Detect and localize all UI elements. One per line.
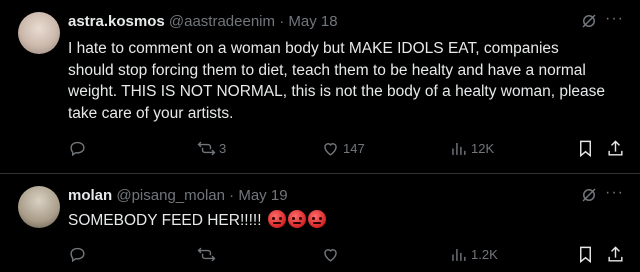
tweet-header: molan @pisang_molan · May 19 <box>68 186 288 206</box>
view-count: 1.2K <box>471 246 498 262</box>
views-button[interactable]: 12K <box>449 138 494 158</box>
tweet-header: astra.kosmos @aastradeenim · May 18 <box>68 12 338 32</box>
tweet-text: I hate to comment on a woman body but MA… <box>68 40 606 122</box>
like-button[interactable] <box>321 244 343 264</box>
avatar[interactable] <box>18 186 60 228</box>
reply-icon <box>70 247 85 262</box>
like-button[interactable]: 147 <box>321 138 365 158</box>
grok-icon[interactable] <box>580 186 598 204</box>
views-icon <box>452 142 466 155</box>
share-icon <box>608 139 623 156</box>
tweet-text-body: SOMEBODY FEED HER!!!!! <box>68 212 262 229</box>
repost-icon <box>197 247 216 261</box>
tweet[interactable]: molan @pisang_molan · May 19 ··· SOMEBOD… <box>0 174 640 272</box>
bookmark-button[interactable] <box>576 138 595 158</box>
views-icon <box>452 248 466 261</box>
tweet-actions: 3 147 12K <box>68 138 626 158</box>
tweet-text: SOMEBODY FEED HER!!!!! <box>68 210 608 232</box>
view-count: 12K <box>471 140 495 156</box>
separator: · <box>229 187 235 204</box>
user-handle[interactable]: @pisang_molan <box>116 187 225 204</box>
tweet-actions: 1.2K <box>68 244 626 264</box>
grok-icon[interactable] <box>580 12 598 30</box>
more-options-icon[interactable]: ··· <box>605 10 624 28</box>
bookmark-icon <box>580 246 591 263</box>
tweet[interactable]: astra.kosmos @aastradeenim · May 18 ··· … <box>0 0 640 174</box>
reply-button[interactable] <box>68 138 90 158</box>
heart-icon <box>324 142 337 156</box>
display-name[interactable]: molan <box>68 187 112 204</box>
avatar[interactable] <box>18 12 60 54</box>
repost-button[interactable]: 3 <box>197 138 226 158</box>
more-options-icon[interactable]: ··· <box>605 184 624 202</box>
reply-icon <box>70 141 85 156</box>
user-handle[interactable]: @aastradeenim <box>169 13 275 30</box>
views-button[interactable]: 1.2K <box>449 244 498 264</box>
share-icon <box>608 245 623 262</box>
heart-icon <box>324 248 337 262</box>
bookmark-button[interactable] <box>576 244 595 264</box>
angry-face-icon <box>307 210 326 228</box>
like-count: 147 <box>343 140 365 156</box>
separator: · <box>279 13 285 30</box>
bookmark-icon <box>580 140 591 157</box>
repost-button[interactable] <box>197 244 219 264</box>
angry-face-icon <box>267 210 286 228</box>
reply-button[interactable] <box>68 244 90 264</box>
share-button[interactable] <box>606 138 625 158</box>
tweet-date[interactable]: May 19 <box>238 187 287 204</box>
tweet-date[interactable]: May 18 <box>288 13 337 30</box>
display-name[interactable]: astra.kosmos <box>68 13 165 30</box>
repost-count: 3 <box>219 140 227 156</box>
repost-icon <box>197 141 216 155</box>
angry-face-icon <box>287 210 306 228</box>
share-button[interactable] <box>606 244 625 264</box>
